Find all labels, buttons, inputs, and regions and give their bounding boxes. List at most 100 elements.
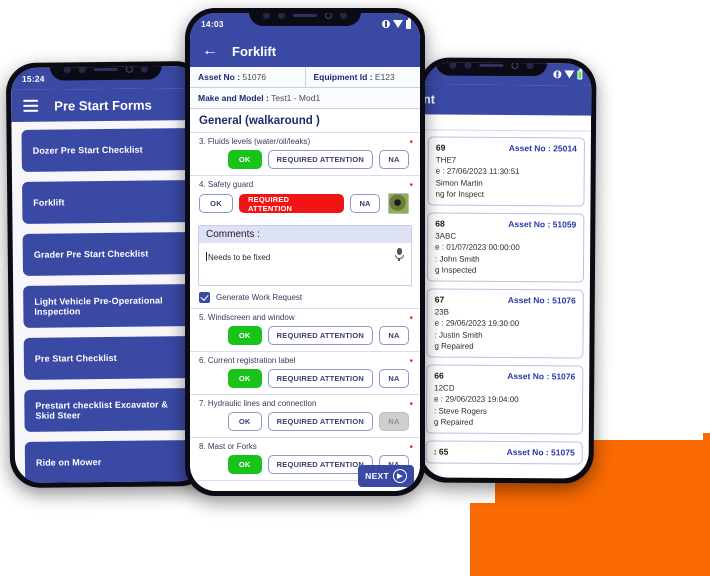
incident-status: g Repaired <box>433 417 474 427</box>
na-button[interactable]: NA <box>350 194 381 213</box>
answer-buttons: OK REQUIRED ATTENTION NA <box>199 326 411 345</box>
required-asterisk-icon: • <box>409 399 413 410</box>
proximity-dot-icon <box>140 66 148 73</box>
make-model-value: Test1 - Mod1 <box>271 93 321 103</box>
answer-buttons: OK REQUIRED ATTENTION NA <box>199 412 411 431</box>
deco-dot <box>488 570 495 576</box>
list-item[interactable]: Forklift <box>22 180 193 224</box>
ok-button[interactable]: OK <box>227 150 262 169</box>
status-time: 15:24 <box>21 73 45 84</box>
back-arrow-icon[interactable]: ← <box>202 43 218 59</box>
comments-input[interactable]: Needs to be fixed <box>199 243 411 285</box>
incident-list: 69 Asset No : 25014 THE7 e : 27/06/2023 … <box>422 130 591 465</box>
asset-no-label: Asset No : <box>198 72 241 82</box>
list-item[interactable]: Prestart checklist Excavator & Skid Stee… <box>24 388 195 432</box>
list-item[interactable]: Ride on Mower <box>24 440 196 483</box>
na-button[interactable]: NA <box>379 326 409 345</box>
answer-buttons: OK REQUIRED ATTENTION NA <box>199 150 411 169</box>
next-button[interactable]: NEXT ▶ <box>358 465 414 487</box>
list-item[interactable]: 67 Asset No : 51076 23B e : 29/06/2023 1… <box>426 288 584 359</box>
ok-button[interactable]: OK <box>227 412 262 431</box>
battery-icon <box>406 17 411 29</box>
proximity-dot-icon <box>340 13 347 19</box>
list-item[interactable]: 68 Asset No : 51059 3ABC e : 01/07/2023 … <box>426 212 585 283</box>
required-asterisk-icon: • <box>409 313 413 324</box>
phone-notch <box>435 62 548 77</box>
required-asterisk-icon: • <box>409 180 413 191</box>
incident-asset-no: Asset No : 51059 <box>508 219 577 230</box>
speaker-grill-icon <box>479 63 504 68</box>
phone-incident-list: cident 69 Asset No : 25014 THE7 e : 27/0… <box>416 57 597 484</box>
status-bar-center: 14:03 <box>190 13 420 35</box>
status-time: 14:03 <box>201 19 224 29</box>
list-item[interactable]: Dozer Pre Start Checklist <box>21 128 192 172</box>
na-button[interactable]: NA <box>379 369 409 388</box>
incident-asset-no: Asset No : 51076 <box>507 295 576 306</box>
deco-dot <box>488 515 495 522</box>
generate-work-request-row[interactable]: Generate Work Request <box>190 288 420 308</box>
incident-card-header: 66 Asset No : 51076 <box>434 370 575 381</box>
required-attention-button[interactable]: REQUIRED ATTENTION <box>267 150 373 169</box>
question-label: 7. Hydraulic lines and connection <box>199 399 317 408</box>
generate-work-request-checkbox[interactable] <box>199 292 210 303</box>
list-item[interactable]: Grader Pre Start Checklist <box>22 232 194 276</box>
location-icon <box>382 20 390 28</box>
question-block: • 4. Safety guard OK REQUIRED ATTENTION … <box>190 175 420 220</box>
deco-dot <box>703 433 710 440</box>
location-icon <box>553 70 562 79</box>
question-label: 5. Windscreen and window <box>199 313 295 322</box>
incident-id: 69 <box>435 142 446 153</box>
comments-value: Needs to be fixed <box>208 253 271 262</box>
make-model-row: Make and Model : Test1 - Mod1 <box>190 88 420 109</box>
orange-block-lower <box>470 503 710 576</box>
required-attention-button[interactable]: REQUIRED ATTENTION <box>267 326 373 345</box>
required-asterisk-icon: • <box>409 442 413 453</box>
hamburger-icon[interactable] <box>23 99 39 112</box>
incident-line: 3ABC <box>435 231 457 241</box>
required-attention-button[interactable]: REQUIRED ATTENTION <box>239 194 345 213</box>
ok-button[interactable]: OK <box>227 369 262 388</box>
list-item[interactable]: 66 Asset No : 51076 12CD e : 29/06/2023 … <box>425 364 584 435</box>
incident-asset-no: Asset No : 25014 <box>508 143 577 154</box>
ok-button[interactable]: OK <box>227 326 262 345</box>
required-attention-button[interactable]: REQUIRED ATTENTION <box>267 412 373 431</box>
incident-line: 12CD <box>434 382 455 393</box>
list-item[interactable]: 69 Asset No : 25014 THE7 e : 27/06/2023 … <box>427 136 585 207</box>
status-bar-right <box>424 62 592 86</box>
phone-notch <box>49 66 162 81</box>
deco-dot <box>703 478 710 485</box>
incident-card-header: : 65 Asset No : 51075 <box>434 446 575 457</box>
required-attention-button[interactable]: REQUIRED ATTENTION <box>267 369 373 388</box>
phone-forklift-checklist: 14:03 ← Forklift Asset No: 51076 Equipm… <box>185 8 425 496</box>
incident-date: e : 01/07/2023 00:00:00 <box>435 242 520 253</box>
na-button[interactable]: NA <box>379 412 409 431</box>
ok-button[interactable]: OK <box>227 455 262 474</box>
incident-person: Simon Martin <box>435 178 483 188</box>
question-label: 3. Fluids levels (water/oil/leaks) <box>199 137 311 146</box>
make-model-cell: Make and Model : Test1 - Mod1 <box>190 88 420 108</box>
incident-date: e : 29/06/2023 19:30:00 <box>434 318 520 329</box>
form-list: Dozer Pre Start Checklist Forklift Grade… <box>11 120 205 483</box>
status-icons <box>382 13 411 35</box>
checklist-body: Asset No : 51076 Equipment Id : E123 Mak… <box>190 67 420 491</box>
list-item[interactable]: Light Vehicle Pre-Operational Inspection <box>23 284 194 328</box>
microphone-icon[interactable] <box>394 248 404 261</box>
question-label: 8. Mast or Forks <box>199 442 257 451</box>
attachment-photo-thumbnail[interactable] <box>388 193 409 214</box>
deco-dot <box>488 543 495 550</box>
form-item-label: Dozer Pre Start Checklist <box>32 144 143 156</box>
wifi-icon <box>564 70 575 79</box>
question-block: • 6. Current registration label OK REQUI… <box>190 351 420 394</box>
appbar-pre-start-forms: Pre Start Forms <box>11 88 202 123</box>
incident-id: 67 <box>434 294 445 305</box>
form-item-label: Pre Start Checklist <box>34 352 117 364</box>
page-title: Pre Start Forms <box>54 97 152 114</box>
ok-button[interactable]: OK <box>199 194 233 213</box>
question-label: 4. Safety guard <box>199 180 254 189</box>
na-button[interactable]: NA <box>379 150 409 169</box>
list-item[interactable]: : 65 Asset No : 51075 <box>425 440 583 465</box>
appbar-forklift: ← Forklift <box>190 35 420 67</box>
list-item[interactable]: Pre Start Checklist <box>23 336 195 380</box>
asset-no-cell: Asset No : 51076 <box>190 67 306 87</box>
equipment-id-cell: Equipment Id : E123 <box>305 67 420 87</box>
